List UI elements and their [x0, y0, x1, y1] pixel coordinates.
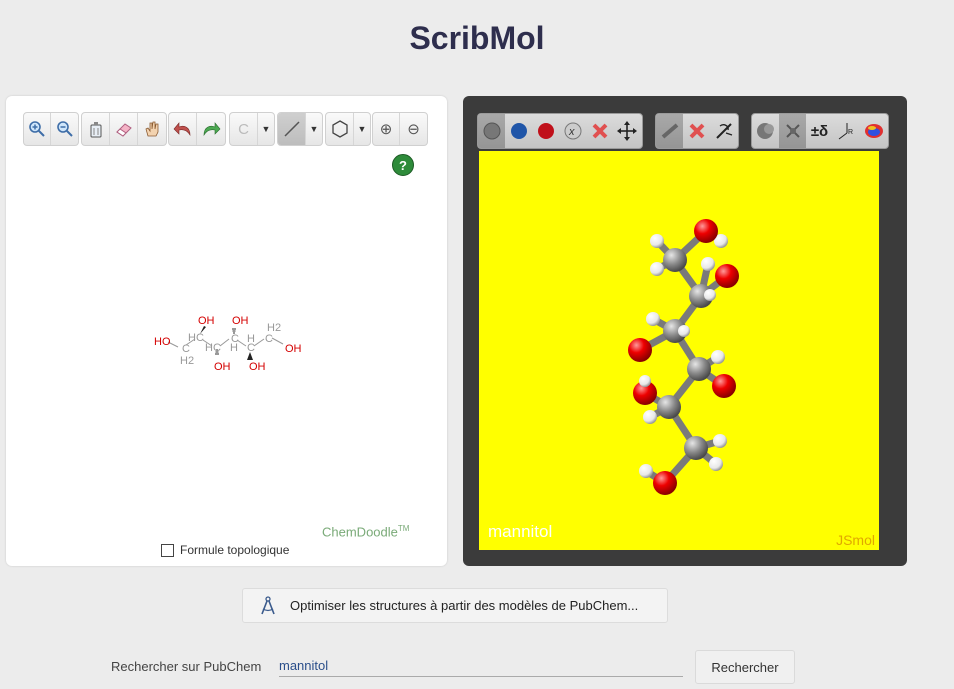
- undo-icon[interactable]: [169, 113, 197, 145]
- hand-icon[interactable]: [138, 113, 166, 145]
- eraser-icon[interactable]: [110, 113, 138, 145]
- atom-label: OH: [249, 361, 266, 373]
- chemdoodle-label: ChemDoodle: [322, 524, 398, 540]
- atom-label: H2: [267, 322, 281, 334]
- chemdoodle-tm: TM: [397, 524, 410, 533]
- display-tools-group: ±δ R: [751, 113, 889, 149]
- chevron-down-icon[interactable]: ▼: [258, 113, 274, 145]
- jsmol-branding[interactable]: JSmol: [836, 532, 875, 548]
- r-group-icon[interactable]: R: [833, 114, 860, 148]
- sketcher-panel[interactable]: C ▼ ▼ ▼ ⊕ ⊖ ? HO OH OH OH OH OH H2 HC HC…: [6, 96, 447, 566]
- atom-label: H2: [180, 355, 194, 367]
- redo-icon[interactable]: [197, 113, 225, 145]
- atom-label: HC: [188, 332, 204, 344]
- jsmol-panel: x ±δ R mannitol JSmol: [463, 96, 907, 566]
- svg-text:R: R: [848, 129, 853, 136]
- spacefill-icon[interactable]: [752, 114, 779, 148]
- atom-label: C: [182, 343, 190, 355]
- charge-minus-icon[interactable]: ⊖: [400, 113, 427, 145]
- atom-label: OH: [232, 315, 249, 327]
- zoom-in-icon[interactable]: [24, 113, 52, 145]
- move-icon[interactable]: [613, 114, 640, 148]
- molecule-3d-canvas[interactable]: mannitol JSmol: [479, 151, 879, 550]
- charge-group: ⊕ ⊖: [372, 112, 428, 146]
- molecule-3d: [628, 219, 739, 495]
- atom-label-button[interactable]: C: [230, 113, 258, 145]
- electrostatic-map-icon[interactable]: [860, 114, 887, 148]
- hexagon-ring-icon[interactable]: [326, 113, 354, 145]
- zoom-out-icon[interactable]: [51, 113, 78, 145]
- search-button[interactable]: Rechercher: [695, 650, 795, 684]
- structure-2d: HO OH OH OH OH OH H2 HC HC C H C H C H2 …: [154, 315, 302, 373]
- chemdoodle-branding: ChemDoodleTM: [322, 524, 409, 539]
- atom-label: H: [247, 333, 255, 345]
- clear-icon[interactable]: [82, 113, 110, 145]
- bond-tools-group: [655, 113, 739, 149]
- atom-label: C: [265, 333, 273, 345]
- chevron-down-icon[interactable]: ▼: [306, 113, 322, 145]
- ring-select-group: ▼: [325, 112, 371, 146]
- delete-bond-icon[interactable]: [683, 114, 710, 148]
- nitrogen-atom-icon[interactable]: [505, 114, 532, 148]
- partial-charge-icon[interactable]: ±δ: [806, 114, 833, 148]
- single-bond-icon[interactable]: [278, 113, 306, 145]
- atom-label: HO: [154, 336, 171, 348]
- bond-icon[interactable]: [656, 114, 683, 148]
- rotate-bond-icon[interactable]: [710, 114, 737, 148]
- atom-tools-group: x: [477, 113, 643, 149]
- delete-atom-icon[interactable]: [586, 114, 613, 148]
- chevron-down-icon[interactable]: ▼: [354, 113, 370, 145]
- atom-label: OH: [285, 343, 302, 355]
- molecule-name-label: mannitol: [488, 522, 553, 541]
- svg-text:x: x: [568, 126, 575, 138]
- oxygen-atom-icon[interactable]: [532, 114, 559, 148]
- page-title: ScribMol: [409, 20, 545, 56]
- history-group: [168, 112, 226, 146]
- search-label: Rechercher sur PubChem: [111, 659, 262, 674]
- edit-tools-group: [81, 112, 167, 146]
- topo-formula-toggle[interactable]: Formule topologique: [161, 543, 289, 557]
- atom-label: H: [230, 342, 238, 354]
- bond-select-group: ▼: [277, 112, 323, 146]
- topo-formula-checkbox[interactable]: [161, 543, 174, 557]
- compass-icon: [260, 595, 276, 616]
- element-x-icon[interactable]: x: [559, 114, 586, 148]
- atom-label: OH: [214, 361, 231, 373]
- topo-formula-label: Formule topologique: [180, 543, 290, 557]
- optimize-label: Optimiser les structures à partir des mo…: [290, 598, 639, 613]
- zoom-group: [23, 112, 79, 146]
- charge-plus-icon[interactable]: ⊕: [373, 113, 401, 145]
- ball-stick-icon[interactable]: [779, 114, 806, 148]
- atom-select-group: C ▼: [229, 112, 275, 146]
- help-icon[interactable]: ?: [392, 154, 414, 176]
- optimize-structures-button[interactable]: Optimiser les structures à partir des mo…: [242, 588, 668, 623]
- pubchem-search-input[interactable]: [279, 655, 683, 677]
- atom-label: HC: [205, 342, 221, 354]
- atom-label: OH: [198, 315, 215, 327]
- carbon-atom-icon[interactable]: [478, 114, 505, 148]
